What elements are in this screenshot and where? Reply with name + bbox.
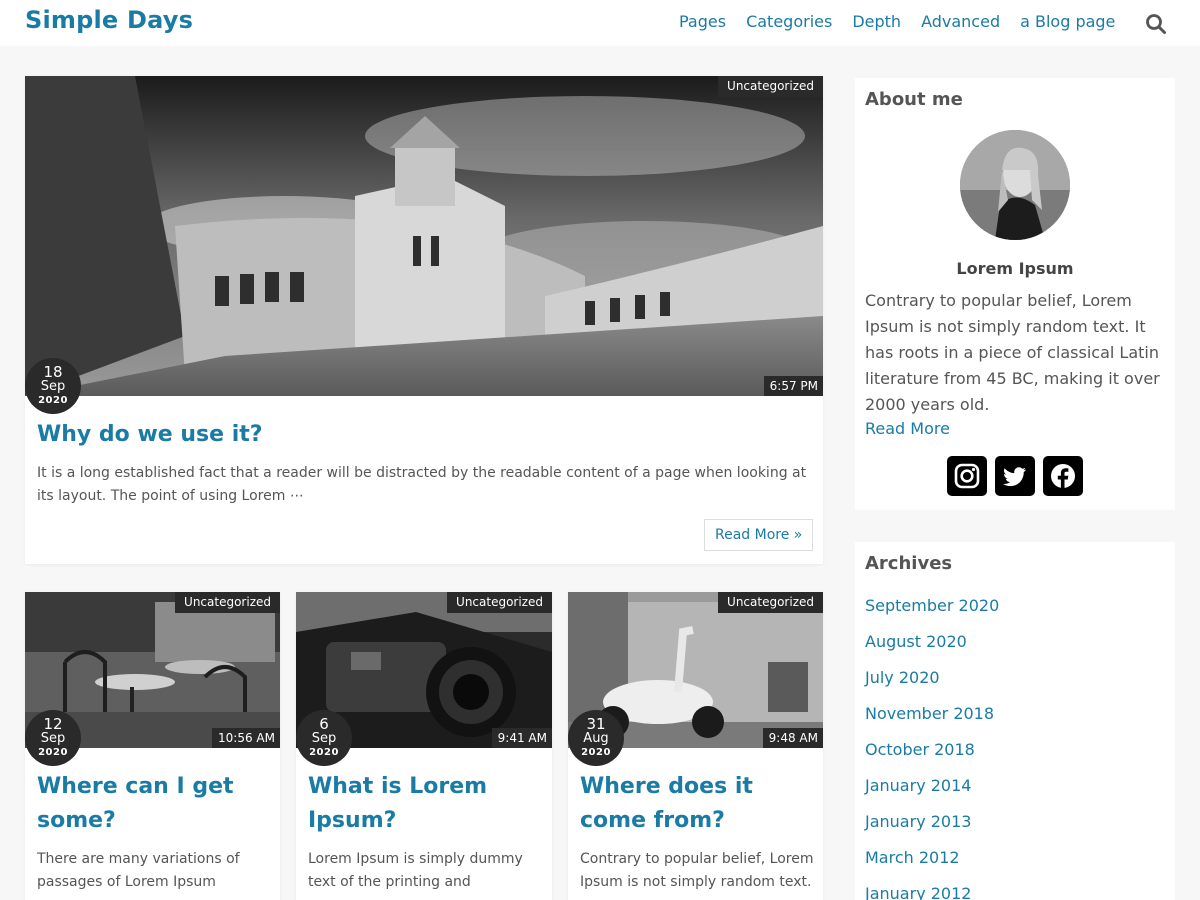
archive-link[interactable]: November 2018 [865,704,994,723]
about-text: Contrary to popular belief, Lorem Ipsum … [865,291,1160,414]
nav-item-pages[interactable]: Pages [679,12,726,31]
widget-title: About me [865,89,963,110]
about-read-more-link[interactable]: Read More [865,419,950,438]
date-day: 18 [43,363,63,381]
category-badge[interactable]: Uncategorized [718,76,823,97]
about-widget: About me Lorem Ipsum Contrary to popular… [855,78,1175,510]
date-month: Sep [40,379,66,394]
category-badge[interactable]: Uncategorized [718,592,823,613]
category-badge[interactable]: Uncategorized [447,592,552,613]
date-day: 12 [43,715,63,733]
archive-link[interactable]: March 2012 [865,848,960,867]
avatar-photo [960,130,1070,240]
nav-item-depth[interactable]: Depth [852,12,901,31]
facebook-icon[interactable] [1043,456,1083,496]
post-time: 9:48 AM [762,728,823,748]
site-title[interactable]: Simple Days [25,6,193,34]
post-excerpt: Contrary to popular belief, Lorem Ipsum … [580,851,814,890]
instagram-icon[interactable] [947,456,987,496]
archive-link[interactable]: August 2020 [865,632,967,651]
date-year: 2020 [309,747,339,758]
site-header: Simple Days Pages Categories Depth Advan… [0,0,1200,46]
date-day: 31 [586,715,606,733]
post-excerpt: There are many variations of passages of… [37,851,240,890]
featured-post-image[interactable]: Uncategorized 6:57 PM [25,76,823,396]
archive-link[interactable]: January 2012 [865,884,971,900]
post-title[interactable]: Where does it come from? [580,770,815,838]
category-badge[interactable]: Uncategorized [175,592,280,613]
search-icon[interactable] [1145,13,1167,35]
date-year: 2020 [38,747,68,758]
post-date-badge: 18 Sep 2020 [25,358,81,414]
post-time: 6:57 PM [763,376,823,396]
post-time: 9:41 AM [491,728,552,748]
nav-item-advanced[interactable]: Advanced [921,12,1000,31]
post-excerpt: Lorem Ipsum is simply dummy text of the … [308,851,523,890]
main-nav: Pages Categories Depth Advanced a Blog p… [679,12,1135,31]
archive-link[interactable]: September 2020 [865,596,999,615]
widget-title: Archives [865,553,953,574]
date-month: Sep [311,731,337,746]
post-date-badge: 12 Sep 2020 [25,710,81,766]
nav-item-blog-page[interactable]: a Blog page [1020,12,1115,31]
read-more-button[interactable]: Read More » [704,519,814,551]
date-month: Aug [583,731,609,746]
about-name: Lorem Ipsum [956,259,1074,278]
date-year: 2020 [38,395,68,406]
post-card: Uncategorized 9:48 AM 31 Aug 2020 Where … [568,592,823,900]
nav-item-categories[interactable]: Categories [746,12,832,31]
date-year: 2020 [581,747,611,758]
post-title[interactable]: Why do we use it? [37,422,263,447]
post-card: Uncategorized 10:56 AM 12 Sep 2020 Where… [25,592,280,900]
post-excerpt: It is a long established fact that a rea… [37,465,807,504]
date-day: 6 [319,715,329,733]
post-title[interactable]: Where can I get some? [37,770,267,838]
archive-link[interactable]: July 2020 [865,668,940,687]
archive-link[interactable]: January 2013 [865,812,971,831]
archives-widget: Archives September 2020 August 2020 July… [855,542,1175,900]
post-date-badge: 6 Sep 2020 [296,710,352,766]
post-time: 10:56 AM [212,728,280,748]
post-title[interactable]: What is Lorem Ipsum? [308,770,538,838]
cathedral-photo [25,76,823,396]
post-date-badge: 31 Aug 2020 [568,710,624,766]
post-card: Uncategorized 9:41 AM 6 Sep 2020 What is… [296,592,552,900]
archive-link[interactable]: October 2018 [865,740,975,759]
date-month: Sep [40,731,66,746]
featured-post-card: Uncategorized 6:57 PM 18 Sep 2020 Why do… [25,76,823,564]
twitter-icon[interactable] [995,456,1035,496]
archive-link[interactable]: January 2014 [865,776,971,795]
avatar [960,130,1070,240]
